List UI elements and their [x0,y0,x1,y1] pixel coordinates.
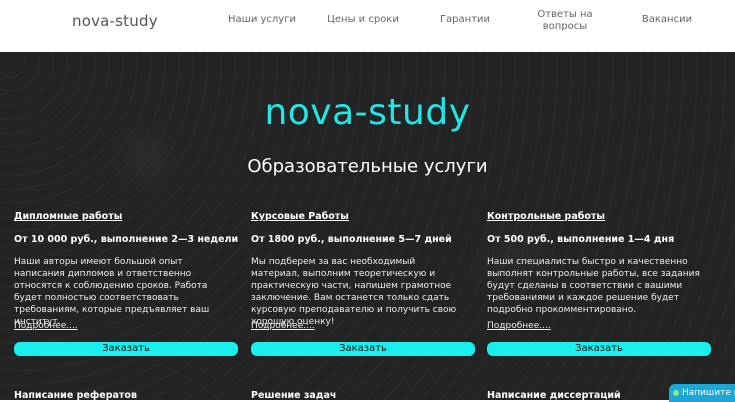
hero-brand: nova-study [264,92,471,133]
nav-services[interactable]: Наши услуги [222,14,302,26]
online-status-icon [673,389,679,396]
order-button[interactable]: Заказать [487,342,711,356]
card-description: Мы подберем за вас необходимый материал,… [251,257,457,327]
card-more-link[interactable]: Подробнее.... [487,321,551,331]
card-title-dissertations[interactable]: Написание диссертаций [487,390,621,400]
card-price: От 10 000 руб., выполнение 2—3 недели [14,234,239,245]
header-logo[interactable]: nova-study [72,12,158,30]
nav-prices[interactable]: Цены и сроки [323,14,403,26]
card-title[interactable]: Контрольные работы [487,210,712,224]
chat-label: Напишите н [682,388,735,398]
card-more-link[interactable]: Подробнее.... [14,321,78,331]
nav-faq[interactable]: Ответы на вопросы [525,9,605,33]
nav-guarantees[interactable]: Гарантии [425,14,505,26]
site-header: nova-study Наши услуги Цены и сроки Гара… [0,0,735,52]
card-tests: Контрольные работы От 500 руб., выполнен… [487,210,712,356]
section-title: Образовательные услуги [247,156,488,177]
card-description: Наши авторы имеют большой опыт написания… [14,257,210,327]
card-coursework: Курсовые Работы От 1800 руб., выполнение… [251,210,476,356]
card-price: От 500 руб., выполнение 1—4 дня [487,234,675,245]
card-title[interactable]: Дипломные работы [14,210,239,224]
hero-section: nova-study Образовательные услуги Диплом… [0,52,735,400]
card-title[interactable]: Курсовые Работы [251,210,476,224]
nav-vacancies[interactable]: Вакансии [627,14,707,26]
card-description: Наши специалисты быстро и качественно вы… [487,257,700,315]
chat-widget-button[interactable]: Напишите н [669,384,735,402]
card-title-essays[interactable]: Написание рефератов [14,390,137,400]
card-more-link[interactable]: Подробнее.... [251,321,315,331]
order-button[interactable]: Заказать [14,342,238,356]
order-button[interactable]: Заказать [251,342,475,356]
card-price: От 1800 руб., выполнение 5—7 дней [251,234,452,245]
card-diploma: Дипломные работы От 10 000 руб., выполне… [14,210,239,356]
card-title-problems[interactable]: Решение задач [251,390,336,400]
